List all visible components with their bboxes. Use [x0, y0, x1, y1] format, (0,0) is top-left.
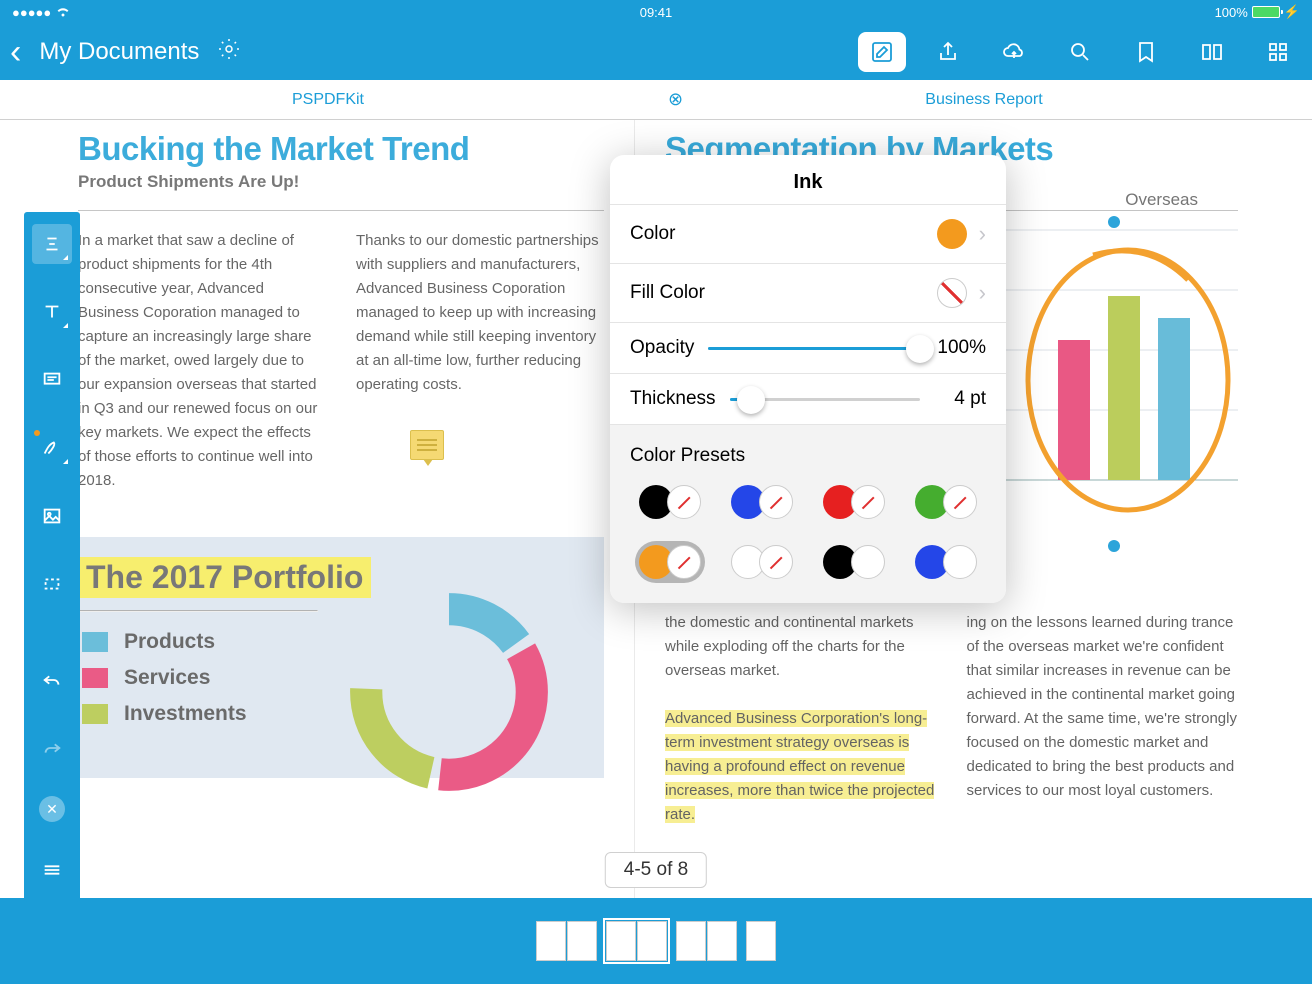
ink-tool[interactable] [32, 428, 72, 468]
color-preset-1[interactable] [722, 481, 802, 523]
page-left: Bucking the Market Trend Product Shipmen… [0, 120, 634, 898]
chevron-right-icon: › [979, 221, 986, 247]
chevron-right-icon: › [979, 280, 986, 306]
search-button[interactable] [1056, 32, 1104, 72]
top-nav: ‹ My Documents [0, 24, 1312, 80]
free-text-tool[interactable] [32, 292, 72, 332]
undo-button[interactable] [32, 660, 72, 700]
battery-icon [1252, 6, 1280, 18]
overseas-chart-label: Overseas [1125, 190, 1198, 210]
grid-button[interactable] [1254, 32, 1302, 72]
annotate-button[interactable] [858, 32, 906, 72]
document-tabs: PSPDFKit ⊗ Business Report [0, 80, 1312, 120]
settings-button[interactable] [217, 37, 241, 67]
text-highlight-tool[interactable] [32, 224, 72, 264]
select-tool[interactable] [32, 564, 72, 604]
thumbnail-bar [0, 898, 1312, 984]
left-col2: Thanks to our domestic partnerships with… [356, 229, 604, 493]
thumb-pair-4[interactable] [743, 918, 779, 964]
portfolio-section: The 2017 Portfolio Products Services Inv… [78, 537, 604, 778]
note-tool[interactable] [32, 360, 72, 400]
redo-button[interactable] [32, 728, 72, 768]
color-preset-7[interactable] [906, 541, 986, 583]
ink-popover-title: Ink [610, 155, 1006, 204]
close-toolbar-button[interactable]: ✕ [39, 796, 65, 822]
status-time: 09:41 [640, 5, 673, 20]
bookmark-button[interactable] [1122, 32, 1170, 72]
color-preset-3[interactable] [906, 481, 986, 523]
color-presets-section: Color Presets [610, 424, 1006, 603]
charging-icon: ⚡ [1284, 4, 1300, 20]
thickness-slider[interactable] [730, 398, 920, 401]
cloud-upload-button[interactable] [990, 32, 1038, 72]
color-preset-5[interactable] [722, 541, 802, 583]
image-tool[interactable] [32, 496, 72, 536]
highlighted-text: Advanced Business Corporation's long-ter… [665, 710, 934, 823]
legend-investments: Investments [124, 702, 247, 726]
ink-color-swatch [937, 219, 967, 249]
opacity-slider[interactable] [708, 347, 920, 350]
color-preset-6[interactable] [814, 541, 894, 583]
ink-color-row[interactable]: Color › [610, 204, 1006, 263]
status-bar: ●●●●● 09:41 100% ⚡ [0, 0, 1312, 24]
color-preset-2[interactable] [814, 481, 894, 523]
tab-business-report[interactable]: ⊗ Business Report [656, 80, 1312, 119]
outline-button[interactable] [1188, 32, 1236, 72]
ink-opacity-row: Opacity 100% [610, 322, 1006, 373]
legend-services: Services [124, 666, 210, 690]
right-col2: ing on the lessons learned during trance… [967, 611, 1239, 827]
annotation-toolbar: ✕ [24, 212, 80, 902]
toolbar-menu-button[interactable] [32, 850, 72, 890]
ink-inspector-popover: Ink Color › Fill Color › Opacity 100% Th… [610, 155, 1006, 603]
thumb-pair-3[interactable] [673, 918, 740, 964]
overseas-bar-chart[interactable]: Overseas [978, 190, 1258, 560]
portfolio-title: The 2017 Portfolio [78, 557, 371, 598]
ink-thickness-row: Thickness 4 pt [610, 373, 1006, 424]
signal-dots: ●●●●● [12, 5, 51, 20]
battery-pct: 100% [1215, 5, 1248, 20]
opacity-value: 100% [934, 337, 986, 359]
portfolio-donut-chart [334, 577, 564, 812]
sticky-note-annotation[interactable] [410, 430, 444, 460]
close-tab-icon[interactable]: ⊗ [668, 89, 683, 110]
document-content: ✕ Bucking the Market Trend Product Shipm… [0, 120, 1312, 898]
ink-fill-swatch-none [937, 278, 967, 308]
left-col1: In a market that saw a decline of produc… [78, 229, 326, 493]
color-preset-0[interactable] [630, 481, 710, 523]
left-heading: Bucking the Market Trend [78, 130, 604, 168]
thumb-pair-1[interactable] [533, 918, 600, 964]
tab-pspdfkit[interactable]: PSPDFKit [0, 80, 656, 119]
thumb-pair-2[interactable] [603, 918, 670, 964]
color-preset-4[interactable] [630, 541, 710, 583]
page-indicator: 4-5 of 8 [605, 852, 707, 888]
right-col1: the domestic and continental markets whi… [665, 611, 937, 827]
ink-fill-color-row[interactable]: Fill Color › [610, 263, 1006, 322]
share-button[interactable] [924, 32, 972, 72]
legend-products: Products [124, 630, 215, 654]
presets-title: Color Presets [630, 445, 986, 467]
nav-title[interactable]: My Documents [39, 38, 199, 66]
back-button[interactable]: ‹ [10, 33, 21, 72]
left-subheading: Product Shipments Are Up! [78, 172, 604, 192]
wifi-icon [55, 6, 71, 18]
thickness-value: 4 pt [934, 388, 986, 410]
